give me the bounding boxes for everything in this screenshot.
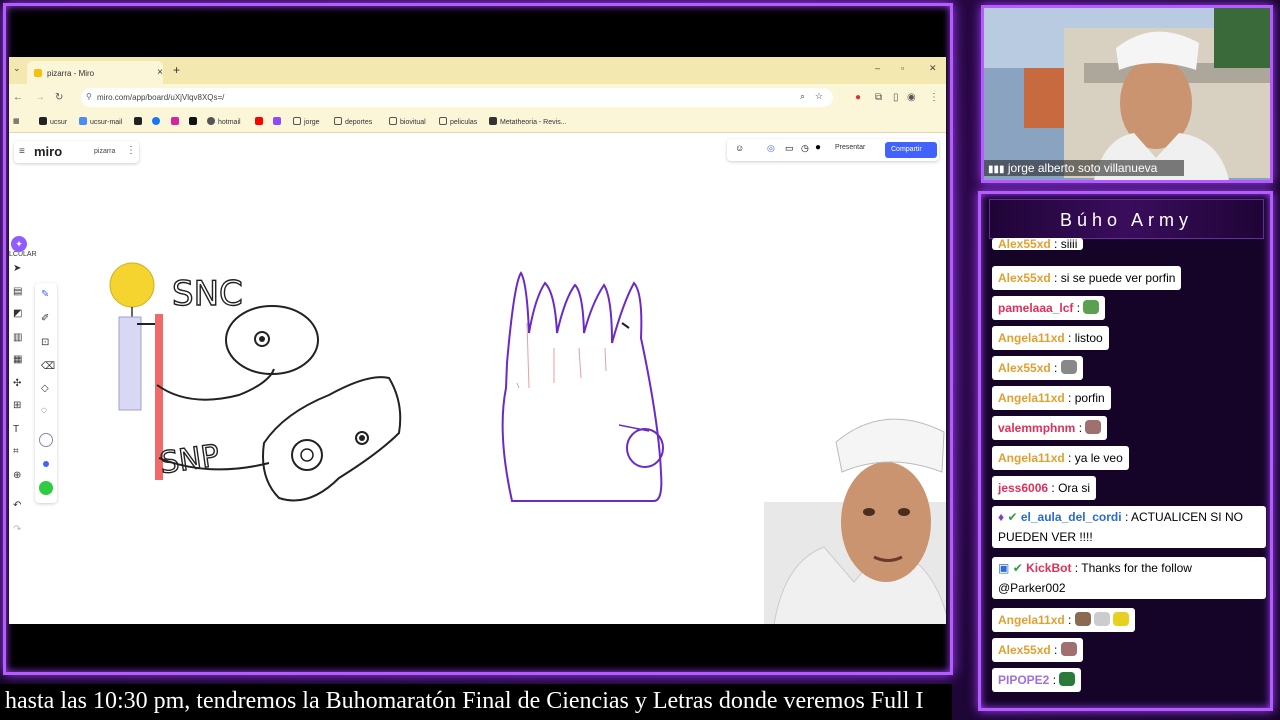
bookmark-folder[interactable]: jorge — [293, 117, 320, 126]
dance-emote-icon — [1094, 612, 1111, 626]
browser-toolbar: ← → ↻ ⚲ miro.com/app/board/uXjVlqv8XQs=/… — [9, 84, 946, 111]
new-tab-icon[interactable]: + — [173, 63, 180, 77]
chat-message: Angela11xd : porfin — [992, 386, 1111, 410]
miro-favicon — [34, 69, 42, 77]
reload-icon[interactable]: ↻ — [55, 92, 63, 103]
stream-layout: ⌄ pizarra - Miro × + – ▫ ✕ ← → ↻ ⚲ miro.… — [0, 0, 1280, 720]
bookmark-item[interactable] — [134, 117, 145, 126]
verified-badge-icon: ✔ — [1012, 561, 1023, 575]
cat-emote-icon — [1060, 360, 1077, 374]
verified-badge-icon: ✔ — [1007, 510, 1018, 524]
folder-icon — [389, 117, 397, 125]
ucsur-icon — [39, 117, 47, 125]
car-emote-icon — [1059, 672, 1076, 686]
bookmark-folder[interactable]: deportes — [334, 117, 372, 126]
chat-message: Angela11xd : ya le veo — [992, 446, 1129, 470]
tab-list-icon[interactable]: ⌄ — [13, 63, 21, 74]
presenter-name: ▮▮▮ jorge alberto soto villanueva — [984, 160, 1184, 176]
chat-message: pamelaaa_lcf : — [992, 296, 1106, 320]
extension-icon[interactable]: ● — [855, 92, 861, 103]
chat-message: jess6006 : Ora si — [992, 476, 1097, 500]
url-text: miro.com/app/board/uXjVlqv8XQs=/ — [97, 93, 225, 102]
folder-icon — [439, 117, 447, 125]
hand-outline — [501, 271, 663, 502]
tab-title: pizarra - Miro — [47, 69, 95, 78]
youtube-icon[interactable] — [255, 117, 266, 126]
minimize-icon[interactable]: – — [875, 63, 880, 73]
chat-panel: Búho Army Alex55xd : siiii Alex55xd : si… — [978, 191, 1273, 711]
ucsur-mail-icon — [79, 117, 87, 125]
dance-emote-icon — [1085, 420, 1102, 434]
twitch-icon[interactable] — [273, 117, 284, 126]
chat-message: Alex55xd : — [992, 356, 1083, 380]
bookmark-folder[interactable]: biovitual — [389, 117, 426, 126]
dance-emote-icon — [1060, 642, 1077, 656]
presenter-face — [841, 462, 931, 582]
forward-icon[interactable]: → — [35, 92, 45, 103]
signal-bars-icon: ▮▮▮ — [988, 164, 1005, 175]
bookmark-folder[interactable]: peliculas — [439, 117, 477, 126]
bookmarks-bar: ▦ ucsur ucsur-mail hotmail jorge deporte… — [9, 111, 946, 133]
chat-title: Búho Army — [989, 199, 1264, 239]
address-bar[interactable]: ⚲ miro.com/app/board/uXjVlqv8XQs=/ ☆ ⌕ — [81, 88, 833, 107]
yellow-circle — [109, 262, 155, 308]
bookmark-item[interactable]: ucsur — [39, 117, 67, 126]
tiktok-icon[interactable] — [189, 117, 200, 126]
organ-outline — [262, 376, 402, 502]
bookmark-item[interactable]: Metatheoria - Revis... — [489, 117, 567, 126]
chat-message: Alex55xd : — [992, 638, 1083, 662]
bookmark-star-icon[interactable]: ☆ — [815, 91, 823, 102]
chat-message: Angela11xd : — [992, 608, 1136, 632]
smile-emote-icon — [1113, 612, 1130, 626]
chat-message: Alex55xd : siiii — [992, 238, 1084, 250]
label-snp: SNP — [158, 438, 222, 481]
folder-icon — [334, 117, 342, 125]
metatheoria-icon — [489, 117, 497, 125]
back-icon[interactable]: ← — [13, 92, 23, 103]
news-ticker: hasta las 10:30 pm, tendremos la Buhomar… — [0, 684, 952, 720]
chat-message: Alex55xd : si se puede ver porfin — [992, 266, 1182, 290]
chat-message: ▣ ✔ KickBot : Thanks for the follow @Par… — [992, 557, 1266, 599]
apps-grid-icon[interactable]: ▦ — [13, 117, 20, 125]
maximize-icon[interactable]: ▫ — [901, 63, 904, 73]
browser-tabbar: ⌄ pizarra - Miro × + – ▫ ✕ — [9, 57, 946, 84]
globe-icon — [207, 117, 215, 125]
monkey-emote-icon — [1074, 612, 1091, 626]
sidebar-icon[interactable]: ▯ — [893, 92, 899, 103]
extensions-puzzle-icon[interactable]: ⧉ — [875, 92, 882, 103]
site-info-icon[interactable]: ⚲ — [86, 92, 92, 101]
presenter-cam-overlay — [764, 418, 946, 624]
chat-message: valemmphnm : — [992, 416, 1108, 440]
folder-icon — [293, 117, 301, 125]
screen-share: ⌄ pizarra - Miro × + – ▫ ✕ ← → ↻ ⚲ miro.… — [9, 57, 946, 624]
pepe-emote-icon — [1083, 300, 1100, 314]
search-icon[interactable]: ⌕ — [800, 91, 805, 102]
profile-avatar-icon[interactable]: ◉ — [907, 92, 916, 103]
mod-badge-icon: ♦ — [998, 510, 1005, 524]
bookmark-item[interactable]: hotmail — [207, 117, 241, 126]
bookmark-icon — [134, 117, 142, 125]
chat-message: Angela11xd : listoo — [992, 326, 1109, 350]
blue-rectangle — [118, 316, 142, 411]
browser-menu-icon[interactable]: ⋮ — [929, 92, 939, 103]
brain-outline — [225, 305, 319, 375]
browser-tab[interactable]: pizarra - Miro × — [27, 61, 163, 84]
instagram-icon[interactable] — [171, 117, 182, 126]
chat-message: ♦ ✔ el_aula_del_cordi : ACTUALICEN SI NO… — [992, 506, 1266, 548]
university-crest-icon — [1024, 68, 1064, 128]
facebook-icon[interactable] — [152, 117, 163, 126]
webcam-frame: ▮▮▮ jorge alberto soto villanueva — [981, 5, 1273, 183]
chat-message: PIPOPE2 : — [992, 668, 1082, 692]
close-tab-icon[interactable]: × — [157, 67, 163, 78]
webcam-feed — [984, 8, 1270, 180]
bot-badge-icon: ▣ — [998, 561, 1010, 575]
close-window-icon[interactable]: ✕ — [929, 63, 937, 74]
bookmark-item[interactable]: ucsur-mail — [79, 117, 122, 126]
label-snc: SNC — [172, 274, 243, 314]
